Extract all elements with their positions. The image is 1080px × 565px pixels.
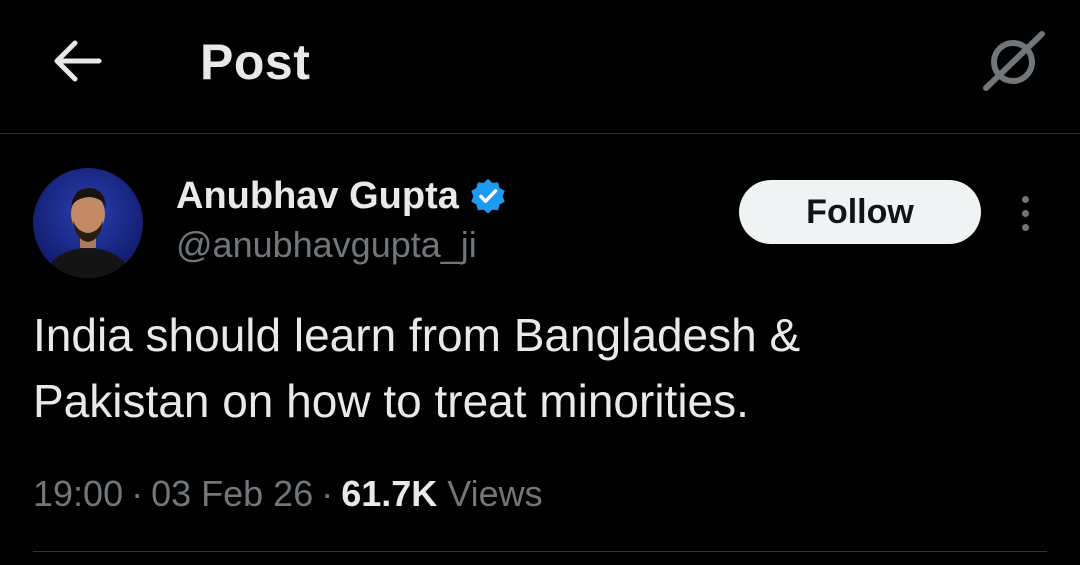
follow-button[interactable]: Follow	[739, 180, 981, 244]
post-date: 03 Feb 26	[151, 473, 314, 514]
page-title: Post	[200, 34, 311, 90]
arrow-left-icon	[54, 40, 102, 82]
profile-photo	[33, 168, 143, 278]
meta-separator: ·	[321, 473, 334, 514]
more-dot-icon	[1021, 209, 1029, 217]
post-time: 19:00	[33, 473, 124, 514]
grok-button[interactable]	[978, 26, 1048, 96]
more-dot-icon	[1021, 195, 1029, 203]
post-text: India should learn from Bangladesh & Pak…	[33, 309, 801, 427]
grok-icon	[983, 31, 1045, 91]
post-meta: 19:00 · 03 Feb 26 · 61.7K Views	[33, 470, 543, 518]
views-count[interactable]: 61.7K	[341, 470, 437, 518]
author-name-row: Anubhav Gupta	[176, 172, 507, 220]
more-options-button[interactable]	[1005, 190, 1045, 236]
top-bar: Post	[0, 0, 1080, 134]
meta-separator: ·	[131, 473, 144, 514]
author-name[interactable]: Anubhav Gupta	[176, 172, 459, 220]
views-label: Views	[447, 473, 543, 514]
author-handle[interactable]: @anubhavgupta_ji	[176, 222, 477, 268]
avatar[interactable]	[33, 168, 143, 278]
verified-badge-icon[interactable]	[469, 177, 507, 215]
more-dot-icon	[1021, 223, 1029, 231]
divider	[33, 551, 1047, 552]
back-button[interactable]	[48, 32, 106, 90]
